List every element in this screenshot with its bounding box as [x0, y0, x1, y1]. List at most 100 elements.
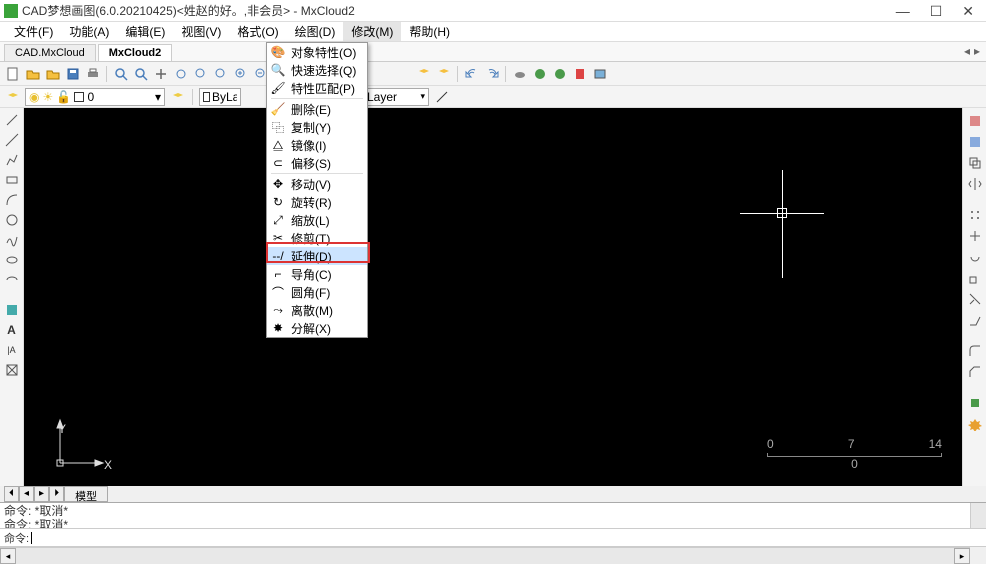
r-fillet-icon[interactable]: [966, 342, 983, 359]
dd-match-props[interactable]: 🖌特性匹配(P): [267, 79, 367, 97]
xline-icon[interactable]: [3, 132, 20, 148]
command-input[interactable]: 命令:: [0, 528, 986, 546]
zoom-window-icon[interactable]: [132, 65, 149, 82]
save-icon[interactable]: [64, 65, 81, 82]
tab-model[interactable]: 模型: [64, 486, 108, 502]
layer-state-icon[interactable]: [4, 88, 21, 105]
r-props-icon[interactable]: [966, 112, 983, 129]
tab-next-icon[interactable]: ▸: [974, 44, 980, 58]
zoom-realtime-icon[interactable]: [192, 65, 209, 82]
layer-selector[interactable]: ◉ ☀ 🔓 0 ▾: [25, 88, 165, 106]
cmd-scrollbar-v[interactable]: [970, 503, 986, 528]
close-button[interactable]: ✕: [962, 4, 974, 18]
dd-scale[interactable]: ⤢缩放(L): [267, 211, 367, 229]
new-icon[interactable]: [4, 65, 21, 82]
drawing-canvas[interactable]: Y X 0 7 14 0: [24, 108, 962, 486]
regen-icon[interactable]: [212, 65, 229, 82]
dd-copy[interactable]: ⿻复制(Y): [267, 118, 367, 136]
btab-next[interactable]: ▸: [34, 486, 49, 502]
tab-1[interactable]: CAD.MxCloud: [4, 44, 96, 61]
web-icon[interactable]: [531, 65, 548, 82]
menu-help[interactable]: 帮助(H): [401, 22, 458, 41]
layer-mgr-icon[interactable]: [415, 65, 432, 82]
cloud-icon[interactable]: [511, 65, 528, 82]
zoom-prev-icon[interactable]: [172, 65, 189, 82]
dd-erase[interactable]: 🧹删除(E): [267, 100, 367, 118]
tab-prev-icon[interactable]: ◂: [964, 44, 970, 58]
r-chamfer-icon[interactable]: [966, 363, 983, 380]
menu-edit[interactable]: 编辑(E): [117, 22, 173, 41]
mtext-icon[interactable]: |A: [3, 342, 20, 358]
minimize-button[interactable]: —: [896, 4, 910, 18]
cmd-line-1: 命令: *取消*: [4, 504, 982, 518]
zoom-in-icon[interactable]: [232, 65, 249, 82]
btab-last[interactable]: ⏵: [49, 486, 64, 502]
dd-chamfer[interactable]: ⌐导角(C): [267, 265, 367, 283]
arc-icon[interactable]: [3, 192, 20, 208]
layer-iso-icon[interactable]: [435, 65, 452, 82]
scroll-left-button[interactable]: ◂: [0, 548, 16, 564]
explode-icon: ✸: [271, 321, 285, 335]
color-combo[interactable]: ByLaye: [199, 88, 241, 106]
image-icon[interactable]: [591, 65, 608, 82]
menu-view[interactable]: 视图(V): [173, 22, 229, 41]
r-rotate-icon[interactable]: [966, 248, 983, 265]
btab-first[interactable]: ⏴: [4, 486, 19, 502]
zoom-extents-icon[interactable]: [112, 65, 129, 82]
undo-icon[interactable]: [463, 65, 480, 82]
print-icon[interactable]: [84, 65, 101, 82]
linetype-edit-icon[interactable]: [433, 88, 450, 105]
line-icon[interactable]: [3, 112, 20, 128]
cmd-prompt: 命令:: [4, 530, 29, 546]
open-icon[interactable]: [24, 65, 41, 82]
menu-draw[interactable]: 绘图(D): [287, 22, 344, 41]
dd-move[interactable]: ✥移动(V): [267, 175, 367, 193]
layer-tool-icon[interactable]: [169, 88, 186, 105]
ellipse-icon[interactable]: [3, 252, 20, 268]
scroll-track[interactable]: [16, 548, 954, 564]
menu-file[interactable]: 文件(F): [6, 22, 61, 41]
block-icon[interactable]: [3, 362, 20, 378]
menu-format[interactable]: 格式(O): [229, 22, 286, 41]
window-title: CAD梦想画图(6.0.20210425)<姓赵的好。,非会员> - MxClo…: [22, 2, 896, 19]
polyline-icon[interactable]: [3, 152, 20, 168]
btab-prev[interactable]: ◂: [19, 486, 34, 502]
r-move-icon[interactable]: [966, 227, 983, 244]
pdf-icon[interactable]: [571, 65, 588, 82]
dd-rotate[interactable]: ↻旋转(R): [267, 193, 367, 211]
r-array-icon[interactable]: [966, 206, 983, 223]
r-extend-icon[interactable]: [966, 311, 983, 328]
maximize-button[interactable]: ☐: [930, 4, 943, 18]
text-icon[interactable]: A: [3, 322, 20, 338]
dd-extend[interactable]: --/延伸(D): [267, 247, 367, 265]
spline-icon[interactable]: [3, 232, 20, 248]
dd-mirror[interactable]: ⧋镜像(I): [267, 136, 367, 154]
hatch-icon[interactable]: [3, 302, 20, 318]
r-trim-icon[interactable]: [966, 290, 983, 307]
r-mirror-icon[interactable]: [966, 175, 983, 192]
ellipse-arc-icon[interactable]: [3, 272, 20, 288]
dd-object-properties[interactable]: 🎨对象特性(O): [267, 43, 367, 61]
open2-icon[interactable]: [44, 65, 61, 82]
refresh-icon[interactable]: [551, 65, 568, 82]
menu-modify[interactable]: 修改(M): [343, 22, 401, 41]
dd-trim[interactable]: ✂修剪(T): [267, 229, 367, 247]
pan-icon[interactable]: [152, 65, 169, 82]
scroll-right-button[interactable]: ▸: [954, 548, 970, 564]
r-scale-icon[interactable]: [966, 269, 983, 286]
tab-2[interactable]: MxCloud2: [98, 44, 173, 61]
rectangle-icon[interactable]: [3, 172, 20, 188]
r-dim-icon[interactable]: [966, 394, 983, 411]
r-explode-icon[interactable]: [966, 415, 983, 432]
dd-offset[interactable]: ⊂偏移(S): [267, 154, 367, 172]
dd-explode[interactable]: ✸分解(X): [267, 319, 367, 337]
dd-quick-select[interactable]: 🔍快速选择(Q): [267, 61, 367, 79]
dd-fillet[interactable]: ⌒圆角(F): [267, 283, 367, 301]
dd-break[interactable]: ⤳离散(M): [267, 301, 367, 319]
command-history: 命令: *取消* 命令: *取消* 命令: *取消* 命令:: [0, 502, 986, 546]
menu-func[interactable]: 功能(A): [61, 22, 117, 41]
r-copy-icon[interactable]: [966, 154, 983, 171]
r-layers-icon[interactable]: [966, 133, 983, 150]
redo-icon[interactable]: [483, 65, 500, 82]
circle-icon[interactable]: [3, 212, 20, 228]
